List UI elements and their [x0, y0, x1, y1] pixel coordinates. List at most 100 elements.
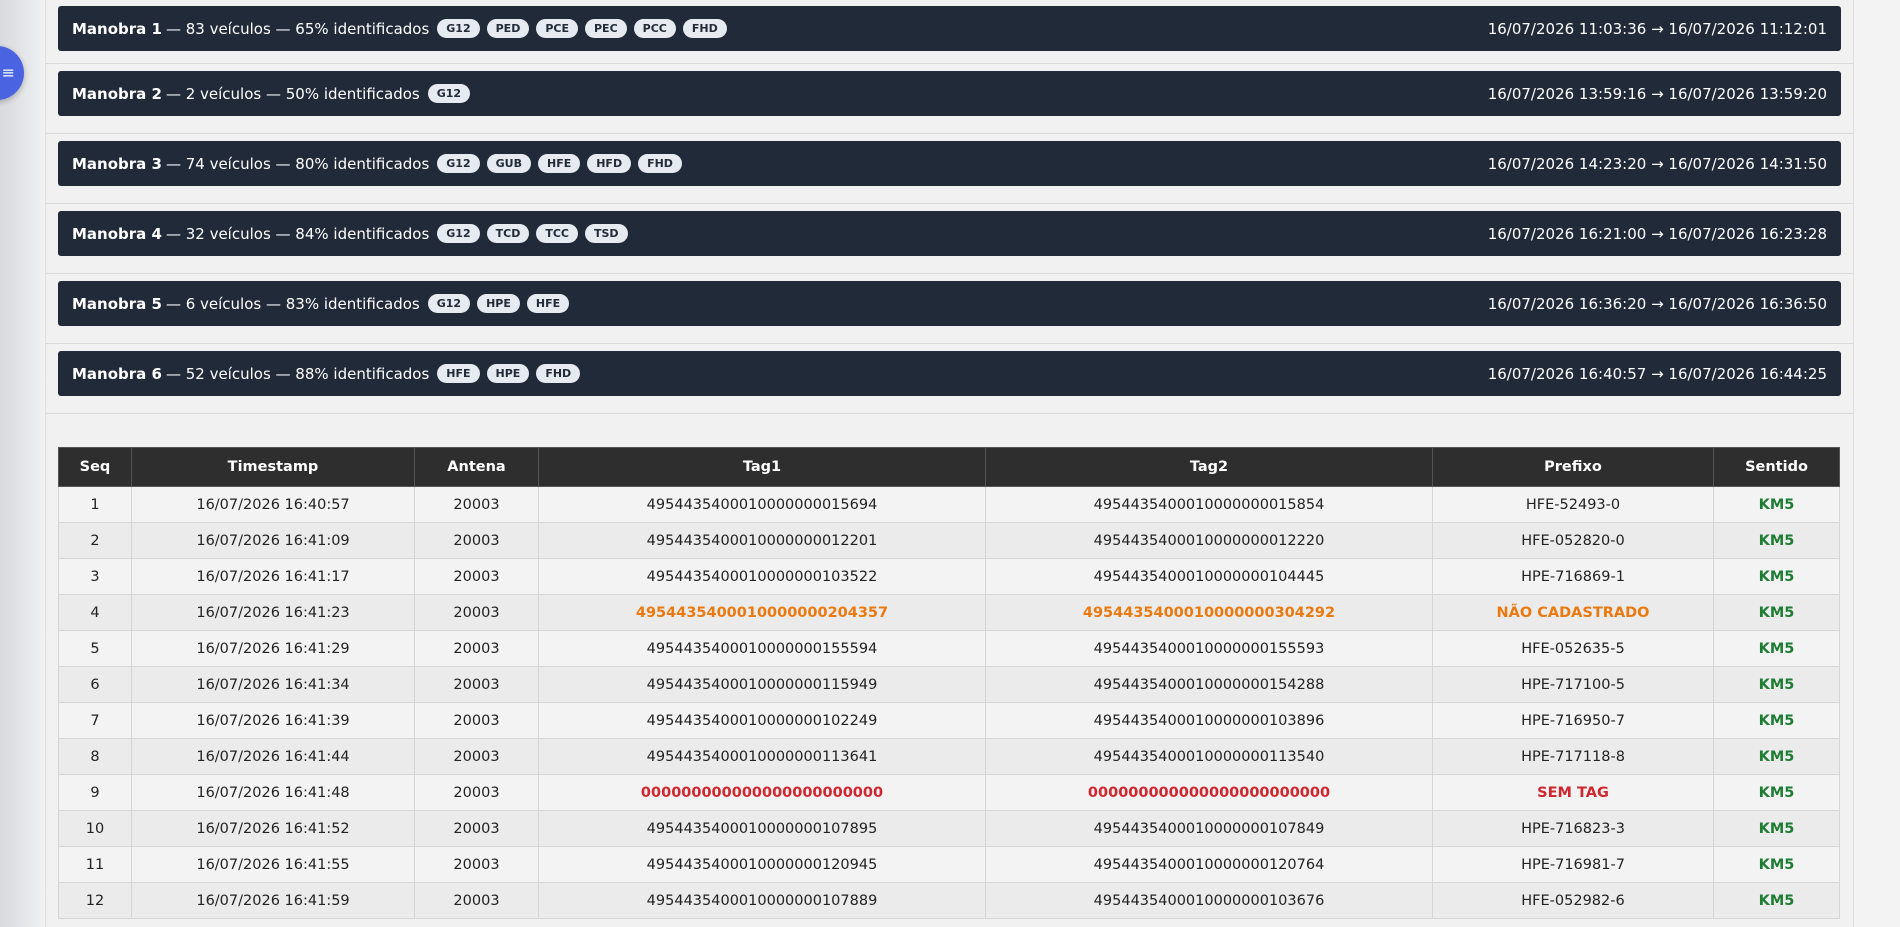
- manobra-stats: — 83 veículos — 65% identificados: [165, 19, 430, 38]
- cell-sentido: KM5: [1713, 666, 1840, 703]
- manobra-period: 16/07/2026 11:03:36 → 16/07/2026 11:12:0…: [1487, 19, 1827, 38]
- manobra-stats: — 74 veículos — 80% identificados: [165, 154, 430, 173]
- manobra-row: Manobra 3— 74 veículos — 80% identificad…: [46, 134, 1853, 204]
- col-header-tag1[interactable]: Tag1: [538, 447, 986, 487]
- manobra-summary-bar[interactable]: Manobra 6— 52 veículos — 88% identificad…: [58, 351, 1841, 396]
- cell-prefixo: HPE-716981-7: [1432, 846, 1714, 883]
- manobras-panel: Manobra 1— 83 veículos — 65% identificad…: [45, 0, 1854, 927]
- manobra-period: 16/07/2026 13:59:16 → 16/07/2026 13:59:2…: [1487, 84, 1827, 103]
- table-row[interactable]: 1 16/07/2026 16:40:57 20003 495443540001000…: [58, 486, 1840, 523]
- vehicle-type-chip: FHD: [682, 19, 727, 38]
- cell-antena: 20003: [414, 558, 539, 595]
- table-row[interactable]: 11 16/07/2026 16:41:55 20003 49544354000100…: [58, 846, 1840, 883]
- vehicle-type-chip: G12: [437, 154, 480, 173]
- cell-seq: 7: [58, 702, 132, 739]
- cell-timestamp: 16/07/2026 16:41:17: [131, 558, 415, 595]
- manobra-stats: — 32 veículos — 84% identificados: [165, 224, 430, 243]
- col-header-sentido[interactable]: Sentido: [1713, 447, 1840, 487]
- manobra-list: Manobra 1— 83 veículos — 65% identificad…: [46, 0, 1853, 414]
- cell-sentido: KM5: [1713, 774, 1840, 811]
- cell-antena: 20003: [414, 774, 539, 811]
- manobra-summary-bar[interactable]: Manobra 4— 32 veículos — 84% identificad…: [58, 211, 1841, 256]
- manobra-summary-bar[interactable]: Manobra 5— 6 veículos — 83% identificado…: [58, 281, 1841, 326]
- manobra-name: Manobra 6: [72, 364, 162, 383]
- table-row[interactable]: 4 16/07/2026 16:41:23 20003 495443540001000…: [58, 594, 1840, 631]
- cell-tag2: 000000000000000000000000: [985, 774, 1433, 811]
- manobra-name: Manobra 1: [72, 19, 162, 38]
- table-row[interactable]: 10 16/07/2026 16:41:52 20003 49544354000100…: [58, 810, 1840, 847]
- vehicle-type-chip: PCE: [536, 19, 578, 38]
- cell-tag1: 4954435400010000000113641: [538, 738, 986, 775]
- cell-timestamp: 16/07/2026 16:41:55: [131, 846, 415, 883]
- cell-tag2: 4954435400010000000120764: [985, 846, 1433, 883]
- manobra-stats: — 2 veículos — 50% identificados: [165, 84, 420, 103]
- cell-timestamp: 16/07/2026 16:41:59: [131, 882, 415, 919]
- table-row[interactable]: 3 16/07/2026 16:41:17 20003 495443540001000…: [58, 558, 1840, 595]
- cell-sentido: KM5: [1713, 594, 1840, 631]
- col-header-antena[interactable]: Antena: [414, 447, 539, 487]
- manobra-stats: — 52 veículos — 88% identificados: [165, 364, 430, 383]
- manobra-period: 16/07/2026 16:40:57 → 16/07/2026 16:44:2…: [1487, 364, 1827, 383]
- col-header-tag2[interactable]: Tag2: [985, 447, 1433, 487]
- cell-timestamp: 16/07/2026 16:41:34: [131, 666, 415, 703]
- cell-tag1: 4954435400010000000103522: [538, 558, 986, 595]
- vehicle-type-chip: HPE: [477, 294, 520, 313]
- vehicle-type-chip: G12: [427, 84, 471, 103]
- cell-antena: 20003: [414, 486, 539, 523]
- table-row[interactable]: 8 16/07/2026 16:41:44 20003 495443540001000…: [58, 738, 1840, 775]
- cell-tag1: 4954435400010000000012201: [538, 522, 986, 559]
- col-header-timestamp[interactable]: Timestamp: [131, 447, 415, 487]
- cell-tag1: 4954435400010000000107889: [538, 882, 986, 919]
- manobra-stats: — 6 veículos — 83% identificados: [165, 294, 420, 313]
- manobra-period: 16/07/2026 14:23:20 → 16/07/2026 14:31:5…: [1487, 154, 1827, 173]
- manobra-name: Manobra 4: [72, 224, 162, 243]
- readings-table-container: Seq Timestamp Antena Tag1 Tag2 Prefixo S…: [58, 447, 1840, 919]
- cell-timestamp: 16/07/2026 16:40:57: [131, 486, 415, 523]
- cell-seq: 3: [58, 558, 132, 595]
- manobra-name: Manobra 3: [72, 154, 162, 173]
- cell-tag1: 4954435400010000000120945: [538, 846, 986, 883]
- cell-sentido: KM5: [1713, 630, 1840, 667]
- table-row[interactable]: 7 16/07/2026 16:41:39 20003 495443540001000…: [58, 702, 1840, 739]
- vehicle-type-chip: TCD: [486, 224, 530, 243]
- cell-prefixo: HFE-052635-5: [1432, 630, 1714, 667]
- cell-tag2: 4954435400010000000103896: [985, 702, 1433, 739]
- cell-prefixo: HPE-717100-5: [1432, 666, 1714, 703]
- cell-tag1: 4954435400010000000115949: [538, 666, 986, 703]
- tag-chip-list: G12 TCD TCC TSD: [437, 224, 634, 243]
- cell-antena: 20003: [414, 522, 539, 559]
- col-header-seq[interactable]: Seq: [58, 447, 132, 487]
- cell-antena: 20003: [414, 594, 539, 631]
- table-row[interactable]: 5 16/07/2026 16:41:29 20003 495443540001000…: [58, 630, 1840, 667]
- table-row[interactable]: 2 16/07/2026 16:41:09 20003 495443540001000…: [58, 522, 1840, 559]
- cell-sentido: KM5: [1713, 738, 1840, 775]
- vehicle-type-chip: PEC: [585, 19, 627, 38]
- cell-prefixo: HPE-716823-3: [1432, 810, 1714, 847]
- cell-timestamp: 16/07/2026 16:41:29: [131, 630, 415, 667]
- table-row[interactable]: 9 16/07/2026 16:41:48 20003 000000000000000…: [58, 774, 1840, 811]
- table-row[interactable]: 6 16/07/2026 16:41:34 20003 495443540001000…: [58, 666, 1840, 703]
- cell-tag2: 4954435400010000000012220: [985, 522, 1433, 559]
- vehicle-type-chip: HFD: [587, 154, 632, 173]
- cell-tag1: 4954435400010000000204357: [538, 594, 986, 631]
- cell-seq: 8: [58, 738, 132, 775]
- cell-prefixo: HPE-716869-1: [1432, 558, 1714, 595]
- col-header-prefixo[interactable]: Prefixo: [1432, 447, 1714, 487]
- cell-antena: 20003: [414, 702, 539, 739]
- cell-timestamp: 16/07/2026 16:41:09: [131, 522, 415, 559]
- tag-chip-list: HFE HPE FHD: [437, 364, 587, 383]
- vehicle-type-chip: TSD: [585, 224, 628, 243]
- cell-sentido: KM5: [1713, 522, 1840, 559]
- manobra-summary-bar[interactable]: Manobra 1— 83 veículos — 65% identificad…: [58, 6, 1841, 51]
- vehicle-type-chip: HFE: [437, 364, 480, 383]
- manobra-summary-bar[interactable]: Manobra 2— 2 veículos — 50% identificado…: [58, 71, 1841, 116]
- manobra-row: Manobra 2— 2 veículos — 50% identificado…: [46, 64, 1853, 134]
- cell-sentido: KM5: [1713, 558, 1840, 595]
- table-header-row: Seq Timestamp Antena Tag1 Tag2 Prefixo S…: [58, 447, 1840, 487]
- tag-chip-list: G12 PED PCE PEC PCC FHD: [437, 19, 733, 38]
- manobra-row: Manobra 1— 83 veículos — 65% identificad…: [46, 0, 1853, 64]
- table-row[interactable]: 12 16/07/2026 16:41:59 20003 49544354000100…: [58, 882, 1840, 919]
- cell-prefixo: SEM TAG: [1432, 774, 1714, 811]
- manobra-summary-bar[interactable]: Manobra 3— 74 veículos — 80% identificad…: [58, 141, 1841, 186]
- tag-chip-list: G12 GUB HFE HFD FHD: [437, 154, 689, 173]
